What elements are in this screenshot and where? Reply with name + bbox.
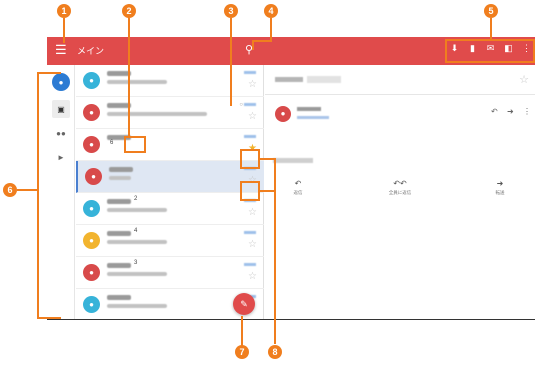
app-title: メイン xyxy=(77,46,105,56)
reply-all-label: 全員に返信 xyxy=(388,190,412,195)
message-date xyxy=(244,103,256,106)
avatar: ● xyxy=(83,104,100,121)
callout-line xyxy=(230,18,232,106)
avatar: ● xyxy=(83,136,100,153)
callout-line xyxy=(17,189,37,191)
message-snippet xyxy=(109,176,131,180)
callout-line xyxy=(252,40,272,42)
reply-button[interactable]: ↶ 返信 xyxy=(273,179,323,197)
forward-icon: ➜ xyxy=(496,179,504,188)
callout-line xyxy=(252,40,254,50)
message-date xyxy=(244,231,256,234)
callout-line xyxy=(63,18,65,43)
sender-name xyxy=(107,199,131,204)
avatar: ● xyxy=(275,106,291,122)
thread-count: 6 xyxy=(110,140,114,146)
message-body xyxy=(273,158,313,163)
reply-icon[interactable]: ↶ xyxy=(491,107,498,116)
compose-button[interactable]: ✎ xyxy=(233,293,255,315)
callout-line xyxy=(241,316,243,346)
hamburger-icon[interactable]: ☰ xyxy=(55,43,69,57)
message-snippet xyxy=(107,112,207,116)
star-icon[interactable]: ☆ xyxy=(248,80,257,90)
thread-count: 2 xyxy=(134,196,138,202)
list-item[interactable]: ● 3 ☆ xyxy=(76,257,264,289)
callout-4: 4 xyxy=(264,4,278,18)
forward-label: 転送 xyxy=(495,190,505,195)
list-item[interactable]: ● 4 ☆ xyxy=(76,225,264,257)
reply-all-icon: ↶↶ xyxy=(393,179,407,188)
mail-app: ☰ メイン ⚲ ⬇ ▮ ✉ ◧ ⋮ ● ▣ ●● ► ● ☆ ● ○ ☆ ● 6… xyxy=(47,37,535,320)
star-icon[interactable]: ☆ xyxy=(248,240,257,250)
avatar: ● xyxy=(83,232,100,249)
reading-pane: ☆ ● ↶ ➜ ⋮ ↶ 返信 ↶↶ 全員に返信 ➜ 転送 xyxy=(265,65,535,319)
callout-line xyxy=(270,18,272,40)
list-item[interactable]: ● 6 ★ xyxy=(76,129,264,161)
star-icon[interactable]: ☆ xyxy=(248,272,257,282)
list-item[interactable]: ● 2 ☆ xyxy=(76,193,264,225)
thread-count: 3 xyxy=(134,260,138,266)
star-icon[interactable]: ☆ xyxy=(248,208,257,218)
more-vert-icon[interactable]: ⋮ xyxy=(523,107,531,116)
list-item[interactable]: ● ○ ☆ xyxy=(76,97,264,129)
star-icon[interactable]: ☆ xyxy=(519,73,529,86)
inbox-icon[interactable]: ▣ xyxy=(52,100,70,118)
nav-rail: ● ▣ ●● ► xyxy=(47,65,75,319)
callout-line xyxy=(37,317,61,319)
highlight-box xyxy=(124,136,146,153)
sender-name xyxy=(297,107,321,111)
sender-name xyxy=(107,295,131,300)
label-icon[interactable]: ► xyxy=(52,148,70,166)
message-snippet xyxy=(107,304,167,308)
message-snippet xyxy=(107,272,167,276)
avatar: ● xyxy=(83,200,100,217)
sender-name xyxy=(107,231,131,236)
callout-line xyxy=(490,18,492,39)
sender-address xyxy=(297,116,329,119)
list-item[interactable]: ● ☆ xyxy=(76,65,264,97)
avatar: ● xyxy=(83,296,100,313)
account-icon[interactable]: ● xyxy=(52,73,70,91)
star-icon[interactable]: ☆ xyxy=(248,112,257,122)
callout-8: 8 xyxy=(268,345,282,359)
reply-icon: ↶ xyxy=(294,179,302,188)
avatar: ● xyxy=(83,264,100,281)
forward-icon[interactable]: ➜ xyxy=(507,107,514,116)
callout-7: 7 xyxy=(235,345,249,359)
list-item[interactable]: ● ☆ xyxy=(76,161,264,193)
callout-6: 6 xyxy=(3,183,17,197)
people-icon[interactable]: ●● xyxy=(52,124,70,142)
message-subject xyxy=(275,77,303,82)
reply-label: 返信 xyxy=(293,190,303,195)
sender-name xyxy=(107,263,131,268)
message-snippet xyxy=(107,80,167,84)
forward-button[interactable]: ➜ 転送 xyxy=(475,179,525,197)
label-chip xyxy=(307,76,341,83)
message-list: ● ☆ ● ○ ☆ ● 6 ★ ● ☆ ● 2 ☆ ● 4 ☆ ● 3 ☆ ● xyxy=(76,65,264,319)
callout-1: 1 xyxy=(57,4,71,18)
thread-count: 4 xyxy=(134,228,138,234)
callout-3: 3 xyxy=(224,4,238,18)
attachment-icon: ○ xyxy=(239,102,243,108)
divider xyxy=(265,94,535,95)
reply-all-button[interactable]: ↶↶ 全員に返信 xyxy=(375,179,425,197)
message-date xyxy=(244,71,256,74)
callout-line xyxy=(274,158,276,344)
sender-name xyxy=(109,167,133,172)
callout-line xyxy=(37,72,61,74)
message-date xyxy=(244,263,256,266)
avatar: ● xyxy=(85,168,102,185)
highlight-box xyxy=(240,181,260,201)
highlight-box xyxy=(445,39,535,63)
message-date xyxy=(244,135,256,138)
callout-line xyxy=(37,72,39,319)
highlight-box xyxy=(240,149,260,169)
message-snippet xyxy=(107,208,167,212)
callout-2: 2 xyxy=(122,4,136,18)
callout-line xyxy=(128,18,130,137)
callout-5: 5 xyxy=(484,4,498,18)
avatar: ● xyxy=(83,72,100,89)
message-snippet xyxy=(107,240,167,244)
